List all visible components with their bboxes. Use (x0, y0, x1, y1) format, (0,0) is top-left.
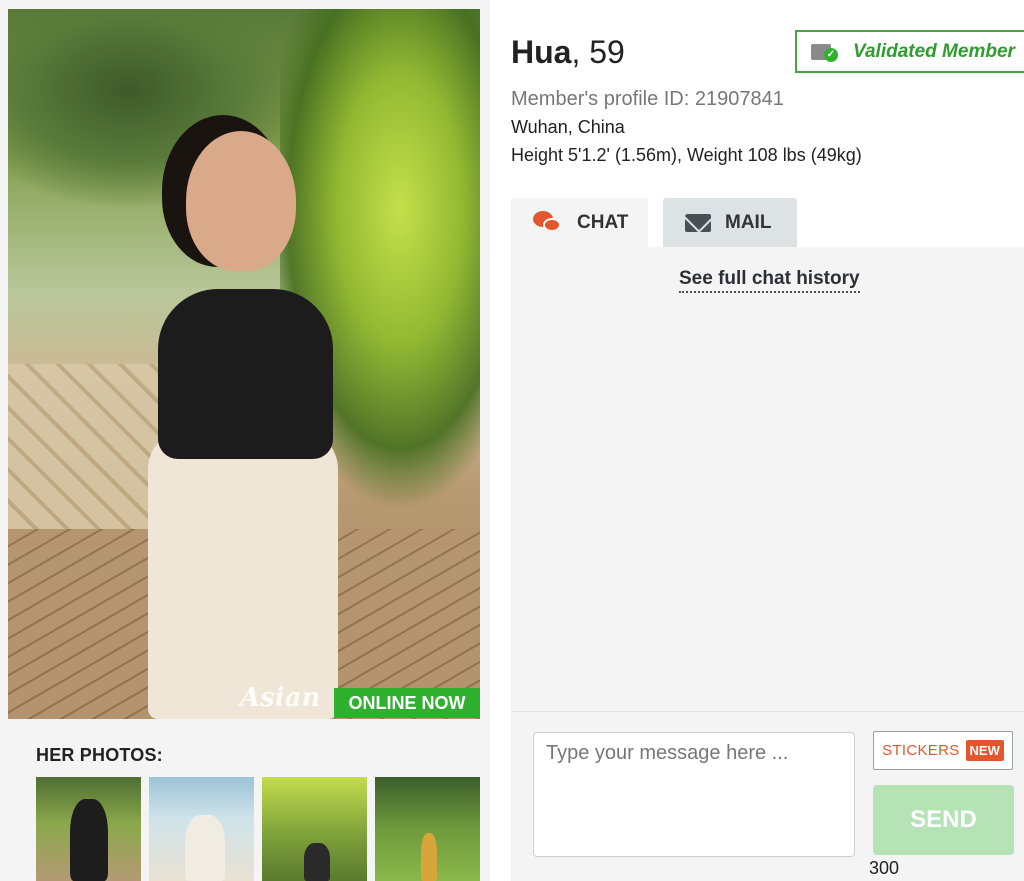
tab-mail[interactable]: MAIL (663, 198, 797, 248)
photo-thumbnails (36, 777, 480, 881)
character-counter: 300 (869, 858, 900, 878)
profile-location: Wuhan, China (511, 117, 625, 137)
photo-watermark: Asian (240, 683, 321, 713)
tab-chat-label: CHAT (577, 212, 629, 233)
profile-height-weight: Height 5'1.2' (1.56m), Weight 108 lbs (4… (511, 145, 862, 165)
envelope-icon (685, 214, 711, 232)
profile-name: Hua (511, 34, 572, 70)
online-status-badge: ONLINE NOW (334, 688, 480, 718)
new-badge: NEW (965, 740, 1004, 761)
profile-name-age: Hua, 59 (511, 34, 625, 71)
her-photos-heading: HER PHOTOS: (36, 745, 163, 765)
chat-bubbles-icon (533, 211, 563, 235)
profile-id: Member's profile ID: 21907841 (511, 88, 784, 110)
stickers-button[interactable]: STICKERS NEW (873, 731, 1013, 770)
validated-member-label: Validated Member (853, 40, 1015, 62)
id-card-check-icon: ✓ (811, 42, 839, 62)
stickers-label: STICKERS (882, 742, 960, 759)
full-chat-history-link[interactable]: See full chat history (679, 268, 860, 293)
photo-thumbnail[interactable] (149, 777, 254, 881)
tab-mail-label: MAIL (725, 212, 772, 233)
photo-thumbnail[interactable] (375, 777, 480, 881)
send-button[interactable]: SEND (873, 785, 1014, 855)
chat-panel (511, 247, 1024, 711)
validated-member-badge[interactable]: ✓ Validated Member (795, 30, 1024, 73)
tab-chat[interactable]: CHAT (511, 198, 648, 248)
photo-thumbnail[interactable] (262, 777, 367, 881)
main-profile-photo[interactable] (8, 9, 480, 719)
profile-age: , 59 (571, 34, 625, 70)
photo-thumbnail[interactable] (36, 777, 141, 881)
message-input[interactable] (533, 732, 855, 857)
